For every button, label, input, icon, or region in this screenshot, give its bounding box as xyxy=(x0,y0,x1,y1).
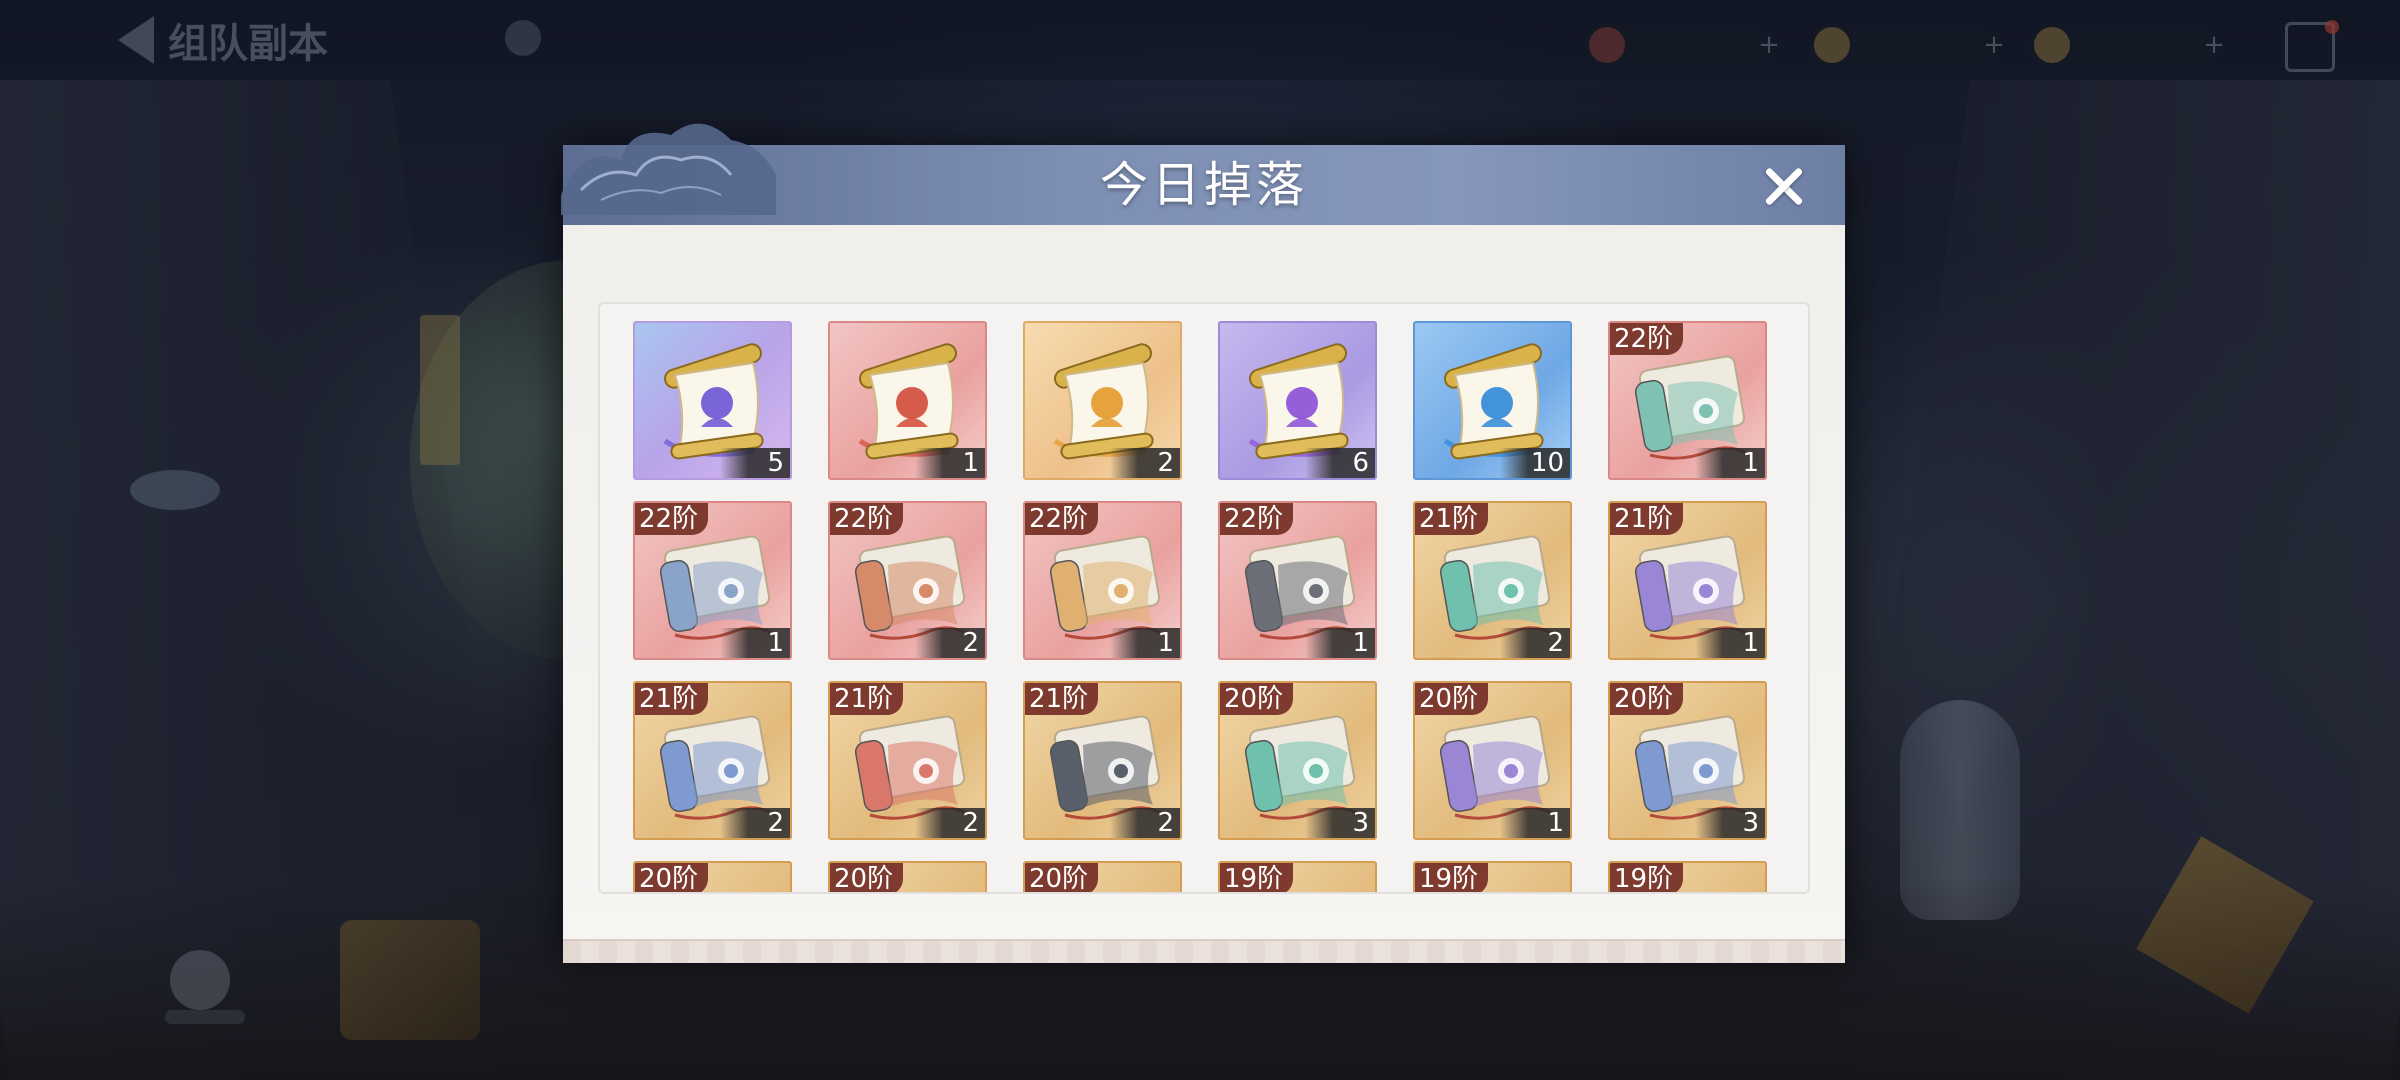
drop-item-slot[interactable]: 20阶 1 xyxy=(1413,681,1572,840)
daily-drops-modal: 今日掉落 5 1 2 6 10 22阶 1 22阶 1 22阶 2 22阶 1 22阶 1 21阶 2 21阶 1 2… xyxy=(561,123,1845,963)
item-count: 2 xyxy=(1110,808,1180,838)
tier-label: 19阶 xyxy=(1220,863,1294,892)
tier-label: 20阶 xyxy=(635,863,709,892)
item-count: 2 xyxy=(720,808,790,838)
drop-item-slot[interactable]: 19阶 xyxy=(1608,861,1767,892)
tier-label: 19阶 xyxy=(1415,863,1489,892)
item-count: 2 xyxy=(1110,448,1180,478)
drop-item-slot[interactable]: 21阶 1 xyxy=(1608,501,1767,660)
drop-item-slot[interactable]: 19阶 xyxy=(1413,861,1572,892)
item-count: 2 xyxy=(915,628,985,658)
tier-label: 19阶 xyxy=(1610,863,1684,892)
item-count: 1 xyxy=(1695,628,1765,658)
drop-item-slot[interactable]: 21阶 2 xyxy=(1413,501,1572,660)
item-count: 3 xyxy=(1305,808,1375,838)
tier-label: 22阶 xyxy=(1610,323,1684,355)
tier-label: 21阶 xyxy=(635,683,709,715)
tier-label: 21阶 xyxy=(830,683,904,715)
game-screen: 组队副本 + + + 今日掉落 5 1 2 6 10 22阶 1 22阶 1 2… xyxy=(0,0,2400,1080)
tier-label: 22阶 xyxy=(1220,503,1294,535)
drop-item-slot[interactable]: 10 xyxy=(1413,321,1572,480)
tier-label: 21阶 xyxy=(1610,503,1684,535)
item-count: 2 xyxy=(1500,628,1570,658)
modal-title: 今日掉落 xyxy=(1099,157,1308,213)
item-count: 6 xyxy=(1305,448,1375,478)
drop-item-slot[interactable]: 22阶 1 xyxy=(1218,501,1377,660)
tier-label: 20阶 xyxy=(1220,683,1294,715)
drop-item-slot[interactable]: 20阶 xyxy=(828,861,987,892)
tier-label: 22阶 xyxy=(635,503,709,535)
item-count: 1 xyxy=(1305,628,1375,658)
item-count: 10 xyxy=(1500,448,1570,478)
drop-item-slot[interactable]: 5 xyxy=(633,321,792,480)
item-count: 1 xyxy=(1500,808,1570,838)
drop-item-slot[interactable]: 21阶 2 xyxy=(1023,681,1182,840)
tier-label: 22阶 xyxy=(1025,503,1099,535)
item-count: 1 xyxy=(915,448,985,478)
drop-item-slot[interactable]: 22阶 1 xyxy=(1608,321,1767,480)
tier-label: 21阶 xyxy=(1415,503,1489,535)
drop-list[interactable]: 5 1 2 6 10 22阶 1 22阶 1 22阶 2 22阶 1 22阶 1 21阶 2 21阶 1 21阶 2 21… xyxy=(598,302,1810,894)
tier-label: 21阶 xyxy=(1025,683,1099,715)
drop-item-slot[interactable]: 22阶 1 xyxy=(633,501,792,660)
item-count: 1 xyxy=(1695,448,1765,478)
drop-item-slot[interactable]: 22阶 2 xyxy=(828,501,987,660)
item-grid: 5 1 2 6 10 22阶 1 22阶 1 22阶 2 22阶 1 22阶 1 21阶 2 21阶 1 21阶 2 21… xyxy=(633,321,1767,892)
drop-item-slot[interactable]: 22阶 1 xyxy=(1023,501,1182,660)
item-count: 3 xyxy=(1695,808,1765,838)
drop-item-slot[interactable]: 20阶 xyxy=(1023,861,1182,892)
tier-label: 20阶 xyxy=(830,863,904,892)
modal-header: 今日掉落 xyxy=(561,123,1845,225)
tier-label: 22阶 xyxy=(830,503,904,535)
drop-item-slot[interactable]: 1 xyxy=(828,321,987,480)
close-button[interactable] xyxy=(1758,160,1810,212)
drop-item-slot[interactable]: 2 xyxy=(1023,321,1182,480)
modal-footer-ornament xyxy=(563,939,1845,963)
item-count: 1 xyxy=(1110,628,1180,658)
drop-item-slot[interactable]: 20阶 3 xyxy=(1608,681,1767,840)
item-count: 2 xyxy=(915,808,985,838)
item-count: 5 xyxy=(720,448,790,478)
item-count: 1 xyxy=(720,628,790,658)
tier-label: 20阶 xyxy=(1415,683,1489,715)
drop-item-slot[interactable]: 6 xyxy=(1218,321,1377,480)
tier-label: 20阶 xyxy=(1025,863,1099,892)
drop-item-slot[interactable]: 21阶 2 xyxy=(633,681,792,840)
tier-label: 20阶 xyxy=(1610,683,1684,715)
drop-item-slot[interactable]: 19阶 xyxy=(1218,861,1377,892)
drop-item-slot[interactable]: 20阶 xyxy=(633,861,792,892)
drop-item-slot[interactable]: 21阶 2 xyxy=(828,681,987,840)
drop-item-slot[interactable]: 20阶 3 xyxy=(1218,681,1377,840)
